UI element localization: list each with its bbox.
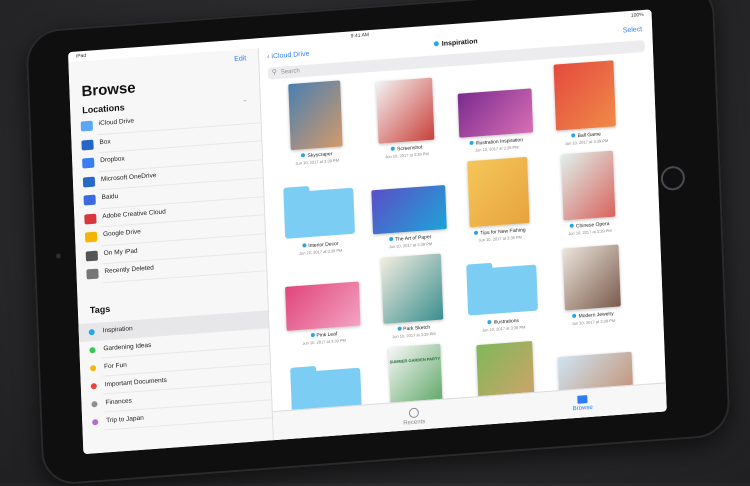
chevron-down-icon[interactable]: ⌄ bbox=[242, 95, 248, 103]
home-button[interactable] bbox=[660, 165, 686, 192]
back-label: iCloud Drive bbox=[271, 50, 310, 61]
adobe-icon bbox=[84, 213, 97, 224]
tab-browse[interactable]: Browse bbox=[572, 395, 593, 412]
folder-item[interactable]: Illustrations Jun 10, 2017 at 3:39 PM bbox=[457, 250, 548, 350]
tab-browse-label: Browse bbox=[572, 404, 593, 413]
tag-dot-icon bbox=[391, 146, 396, 151]
tag-dot-icon bbox=[302, 243, 307, 248]
sidebar: Edit Browse Locations ⌄ iCloud Drive Box D… bbox=[68, 48, 274, 455]
file-thumbnail bbox=[457, 88, 534, 138]
file-thumbnail bbox=[553, 60, 616, 131]
file-item[interactable]: Skyscraper Jun 10, 2017 at 3:39 PM bbox=[270, 80, 361, 183]
background: iPad 9:41 AM 100% Edit Browse Locations … bbox=[0, 0, 750, 486]
tag-dot-icon bbox=[397, 326, 402, 331]
page-title: Browse bbox=[81, 79, 136, 101]
tag-dot-icon bbox=[474, 230, 479, 235]
google-drive-icon bbox=[84, 231, 98, 243]
file-thumbnail bbox=[288, 80, 343, 151]
locations-header[interactable]: Locations bbox=[82, 102, 125, 115]
tag-color-icon bbox=[91, 401, 98, 408]
tag-color-icon bbox=[92, 418, 99, 426]
file-item[interactable]: The Art of Paper Jun 10, 2017 at 3:39 PM bbox=[364, 166, 455, 266]
file-item[interactable]: Park Sketch Jun 10, 2017 at 3:39 PM bbox=[367, 253, 458, 356]
file-thumbnail bbox=[380, 253, 444, 324]
folder-icon bbox=[577, 395, 588, 404]
trash-icon bbox=[86, 268, 99, 280]
file-thumbnail bbox=[376, 77, 435, 144]
baidu-icon bbox=[83, 194, 96, 206]
folder-icon bbox=[283, 187, 356, 239]
sidebar-item-label: Microsoft OneDrive bbox=[100, 171, 157, 183]
file-thumbnail bbox=[560, 150, 616, 221]
sidebar-item-label: Dropbox bbox=[100, 155, 125, 165]
main-content: ‹ iCloud Drive Inspiration Select ⚲ Sear… bbox=[258, 19, 667, 441]
tags-header[interactable]: Tags bbox=[90, 304, 111, 315]
status-time: 9:41 AM bbox=[350, 32, 370, 40]
file-thumbnail bbox=[467, 156, 530, 228]
onedrive-icon bbox=[82, 176, 96, 187]
ipad-screen: iPad 9:41 AM 100% Edit Browse Locations … bbox=[67, 9, 667, 455]
sidebar-item-label: Adobe Creative Cloud bbox=[102, 207, 166, 220]
status-battery: 100% bbox=[630, 11, 644, 19]
file-item[interactable]: Pink Leaf Jun 10, 2017 at 3:39 PM bbox=[277, 263, 368, 363]
tag-dot-icon bbox=[388, 236, 394, 242]
tag-dot-icon bbox=[433, 41, 439, 47]
folder-item[interactable]: Interior Decor Jun 10, 2017 at 3:39 PM bbox=[274, 173, 365, 273]
tab-recents[interactable]: Recents bbox=[403, 407, 426, 427]
folder-title-text: Inspiration bbox=[441, 38, 478, 48]
file-thumbnail bbox=[562, 244, 621, 311]
tag-dot-icon bbox=[469, 140, 474, 146]
clock-icon bbox=[408, 407, 420, 419]
file-item[interactable]: Screenshot Jun 10, 2017 at 3:39 PM bbox=[360, 76, 451, 176]
file-thumbnail bbox=[285, 281, 361, 331]
status-carrier: iPad bbox=[76, 52, 87, 60]
select-button[interactable]: Select bbox=[623, 26, 643, 34]
back-button[interactable]: ‹ iCloud Drive bbox=[267, 51, 310, 61]
tag-dot-icon bbox=[572, 313, 577, 318]
file-item[interactable]: Ball Game Jun 10, 2017 at 3:39 PM bbox=[540, 60, 631, 163]
tag-dot-icon bbox=[487, 319, 492, 325]
file-item[interactable]: Modern Jewelry Jun 10, 2017 at 3:39 PM bbox=[547, 243, 638, 343]
sidebar-item-label: Inspiration bbox=[102, 325, 133, 335]
sidebar-item-label: Gardening Ideas bbox=[103, 341, 152, 353]
edit-button[interactable]: Edit bbox=[234, 55, 246, 63]
file-item[interactable]: Tips for New Fishing Jun 10, 2017 at 3:39… bbox=[453, 156, 544, 260]
dropbox-icon bbox=[82, 157, 95, 169]
search-placeholder: Search bbox=[280, 67, 300, 76]
tags-list: Inspiration Gardening Ideas For Fun Importa… bbox=[78, 310, 273, 432]
ipad-icon bbox=[85, 250, 98, 261]
sidebar-item-label: On My iPad bbox=[103, 247, 138, 257]
file-item[interactable]: Chinese Opera Jun 10, 2017 at 3:39 PM bbox=[543, 150, 634, 253]
tab-recents-label: Recents bbox=[403, 419, 426, 427]
tag-color-icon bbox=[88, 329, 95, 336]
sidebar-item-label: For Fun bbox=[103, 361, 127, 371]
front-camera bbox=[55, 253, 61, 259]
sidebar-item-label: iCloud Drive bbox=[98, 117, 135, 128]
tag-dot-icon bbox=[571, 133, 576, 138]
sidebar-item-label: Baidu bbox=[101, 192, 119, 202]
ipad-device: iPad 9:41 AM 100% Edit Browse Locations … bbox=[25, 0, 731, 486]
sidebar-item-label: Recently Deleted bbox=[104, 264, 154, 276]
box-icon bbox=[81, 139, 94, 150]
sidebar-item-label: Finances bbox=[105, 397, 132, 407]
file-thumbnail bbox=[371, 184, 447, 235]
sidebar-item-label: Important Documents bbox=[104, 376, 167, 389]
sidebar-item-label: Trip to Japan bbox=[106, 414, 144, 425]
sidebar-item-label: Box bbox=[99, 137, 111, 146]
folder-icon bbox=[466, 264, 538, 316]
search-icon: ⚲ bbox=[271, 68, 278, 77]
folder-title: Inspiration bbox=[433, 38, 478, 48]
tag-dot-icon bbox=[569, 223, 574, 228]
tag-color-icon bbox=[89, 347, 96, 354]
sidebar-item-label: Google Drive bbox=[102, 228, 141, 239]
file-item[interactable]: Illustration Inspiration Jun 10, 2017 at … bbox=[450, 70, 541, 170]
locations-list: iCloud Drive Box Dropbox Microsoft OneDrive… bbox=[71, 104, 267, 284]
tag-color-icon bbox=[90, 365, 97, 372]
tag-color-icon bbox=[90, 383, 97, 390]
tag-dot-icon bbox=[301, 153, 306, 158]
cloud-icon bbox=[80, 120, 94, 132]
file-grid: Skyscraper Jun 10, 2017 at 3:39 PM Screens… bbox=[270, 60, 655, 419]
tag-dot-icon bbox=[310, 332, 315, 338]
